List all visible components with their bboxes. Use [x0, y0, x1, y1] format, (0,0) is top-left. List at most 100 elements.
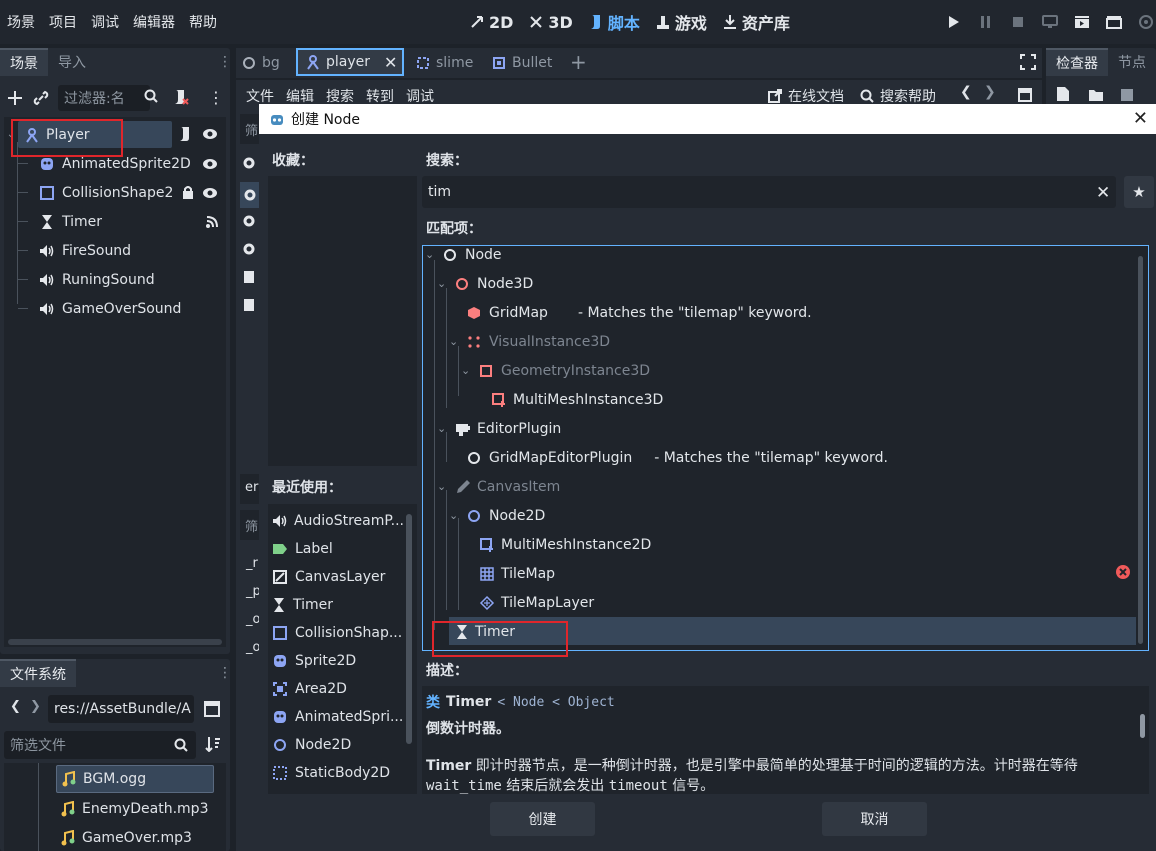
- scene-tree-scrollbar[interactable]: [8, 639, 222, 645]
- tree-row-runingsound[interactable]: RuningSound: [18, 265, 226, 294]
- filesystem-path-input[interactable]: res://AssetBundle/A: [48, 695, 194, 723]
- collapse-arrow-icon[interactable]: ⌄: [449, 335, 463, 348]
- match-row-multimeshinstance3d[interactable]: MultiMeshInstance3D: [491, 385, 663, 414]
- match-row-editorplugin[interactable]: ⌄ EditorPlugin: [437, 414, 561, 443]
- tree-row-collisionshape2d[interactable]: CollisionShape2: [18, 178, 226, 207]
- workspace-script[interactable]: 脚本: [581, 0, 648, 44]
- collapse-arrow-icon[interactable]: ⌄: [461, 364, 475, 377]
- scene-more-icon[interactable]: ⋮: [208, 88, 224, 107]
- tab-scene[interactable]: 场景: [0, 48, 48, 76]
- nav-back-icon[interactable]: ❮: [10, 699, 21, 714]
- play-custom-scene-button[interactable]: [1098, 0, 1130, 44]
- sort-icon[interactable]: [205, 736, 221, 756]
- tab-player[interactable]: player ✕: [296, 48, 404, 76]
- script-menu-goto[interactable]: 转到: [360, 86, 400, 106]
- description-scrollbar[interactable]: [1140, 714, 1145, 738]
- recent-item[interactable]: StaticBody2D: [272, 759, 404, 787]
- signal-icon[interactable]: [205, 215, 219, 233]
- class-name[interactable]: Timer: [446, 694, 491, 710]
- match-row-tilemaplayer[interactable]: TileMapLayer: [479, 588, 594, 617]
- add-node-button[interactable]: [6, 89, 24, 107]
- match-row-visualinstance3d[interactable]: ⌄ VisualInstance3D: [449, 327, 610, 356]
- instance-scene-button[interactable]: [32, 89, 50, 107]
- prev-icon[interactable]: ❮: [960, 84, 972, 100]
- favorite-star-button[interactable]: ★: [1124, 176, 1154, 208]
- close-dialog-icon[interactable]: ✕: [1133, 108, 1148, 129]
- collapse-arrow-icon[interactable]: ⌄: [425, 248, 439, 261]
- script-menu-search[interactable]: 搜索: [320, 86, 360, 106]
- file-row-bgm[interactable]: BGM.ogg: [56, 765, 214, 793]
- recent-item[interactable]: AnimatedSpri...: [272, 703, 404, 731]
- script-menu-file[interactable]: 文件: [240, 86, 280, 106]
- filesystem-menu-icon[interactable]: ⋮: [218, 665, 232, 681]
- lock-icon[interactable]: [181, 185, 195, 204]
- remote-debug-button[interactable]: [1034, 0, 1066, 44]
- recent-item[interactable]: AudioStreamP...: [272, 507, 404, 535]
- collapse-arrow-icon[interactable]: ⌄: [437, 422, 451, 435]
- file-row-enemydeath[interactable]: EnemyDeath.mp3: [60, 795, 208, 823]
- cancel-button[interactable]: 取消: [822, 802, 927, 836]
- match-row-gridmap[interactable]: GridMap - Matches the "tilemap" keyword.: [467, 298, 812, 327]
- menu-project[interactable]: 项目: [42, 0, 84, 44]
- distraction-free-icon[interactable]: [1020, 54, 1036, 74]
- script-icon[interactable]: [178, 126, 192, 146]
- tree-row-timer[interactable]: Timer: [18, 207, 226, 236]
- workspace-game[interactable]: 游戏: [648, 0, 715, 44]
- tab-bg[interactable]: bg: [242, 50, 280, 76]
- next-icon[interactable]: ❯: [984, 84, 996, 100]
- recent-item[interactable]: Node2D: [272, 731, 404, 759]
- tab-import[interactable]: 导入: [48, 48, 96, 76]
- search-input[interactable]: tim: [422, 176, 1116, 208]
- class-inherits[interactable]: < Node < Object: [497, 695, 614, 710]
- tab-bullet[interactable]: Bullet: [492, 50, 552, 76]
- split-view-icon[interactable]: [204, 701, 220, 721]
- scene-filter-input[interactable]: 过滤器:名: [58, 85, 150, 111]
- match-row-node3d[interactable]: ⌄ Node3D: [437, 269, 533, 298]
- create-button[interactable]: 创建: [490, 802, 595, 836]
- workspace-3d[interactable]: 3D: [521, 0, 580, 44]
- script-menu-debug[interactable]: 调试: [400, 86, 440, 106]
- tab-filesystem[interactable]: 文件系统: [0, 659, 76, 687]
- tree-row-gameoversound[interactable]: GameOverSound: [18, 294, 226, 323]
- visibility-eye-icon[interactable]: [202, 186, 218, 204]
- match-row-multimeshinstance2d[interactable]: MultiMeshInstance2D: [479, 530, 651, 559]
- play-button[interactable]: [938, 0, 970, 44]
- visibility-eye-icon[interactable]: [202, 127, 218, 145]
- collapse-arrow-icon[interactable]: ⌄: [437, 480, 451, 493]
- movie-maker-button[interactable]: [1130, 0, 1156, 44]
- close-tab-icon[interactable]: ✕: [384, 53, 397, 72]
- add-tab-icon[interactable]: +: [570, 50, 587, 74]
- match-row-geometryinstance3d[interactable]: ⌄ GeometryInstance3D: [461, 356, 650, 385]
- menu-editor[interactable]: 编辑器: [126, 0, 182, 44]
- matches-scrollbar[interactable]: [1138, 256, 1143, 644]
- new-resource-icon[interactable]: [1056, 86, 1070, 106]
- menu-debug[interactable]: 调试: [84, 0, 126, 44]
- match-row-tilemap[interactable]: TileMap: [479, 559, 555, 588]
- recent-item[interactable]: CollisionShap...: [272, 619, 404, 647]
- script-menu-edit[interactable]: 编辑: [280, 86, 320, 106]
- recent-item[interactable]: Area2D: [272, 675, 404, 703]
- favorites-list[interactable]: [268, 176, 417, 466]
- workspace-asset-library[interactable]: 资产库: [715, 0, 798, 44]
- collapse-arrow-icon[interactable]: ⌄: [449, 509, 463, 522]
- match-row-node2d[interactable]: ⌄ Node2D: [449, 501, 545, 530]
- file-row-gameover[interactable]: GameOver.mp3: [60, 824, 192, 851]
- recent-item[interactable]: Sprite2D: [272, 647, 404, 675]
- tab-inspector[interactable]: 检查器: [1046, 48, 1108, 76]
- filesystem-filter-input[interactable]: 筛选文件: [4, 731, 196, 759]
- stop-button[interactable]: [1002, 0, 1034, 44]
- attach-script-button[interactable]: [172, 88, 190, 110]
- play-scene-button[interactable]: [1066, 0, 1098, 44]
- tree-row-firesound[interactable]: FireSound: [18, 236, 226, 265]
- pause-button[interactable]: [970, 0, 1002, 44]
- workspace-2d[interactable]: 2D: [462, 0, 521, 44]
- recent-item[interactable]: CanvasLayer: [272, 563, 404, 591]
- match-row-node[interactable]: ⌄ Node: [425, 246, 502, 269]
- visibility-eye-icon[interactable]: [202, 157, 218, 175]
- nav-forward-icon[interactable]: ❯: [30, 699, 41, 714]
- match-row-gridmapeditorplugin[interactable]: GridMapEditorPlugin - Matches the "tilem…: [467, 443, 888, 472]
- tab-node[interactable]: 节点: [1108, 48, 1156, 76]
- menu-help[interactable]: 帮助: [182, 0, 224, 44]
- recent-item[interactable]: Label: [272, 535, 404, 563]
- collapse-arrow-icon[interactable]: ⌄: [437, 277, 451, 290]
